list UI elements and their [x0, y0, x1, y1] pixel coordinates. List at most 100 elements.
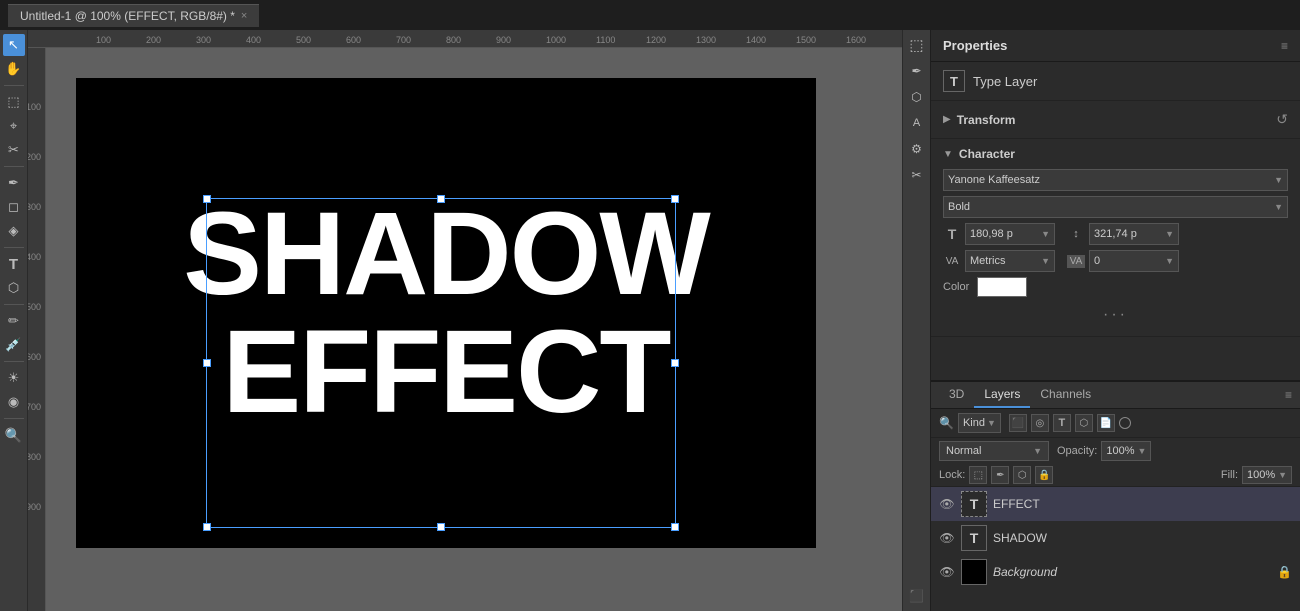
title-bar: Untitled-1 @ 100% (EFFECT, RGB/8#) * × [0, 0, 1300, 30]
layer-item-shadow[interactable]: 👁 T SHADOW [931, 521, 1300, 555]
ruler-v-mark: 800 [28, 452, 43, 502]
font-size-value: 180,98 p [970, 228, 1013, 240]
crop-tool[interactable]: ✂ [3, 139, 25, 161]
transform-header[interactable]: ▶ Transform ↺ [943, 107, 1288, 132]
canvas-text-content: SHADOW EFFECT [183, 195, 709, 431]
font-size-input[interactable]: 180,98 p ▼ [965, 223, 1055, 245]
ruler-mark: 900 [496, 35, 546, 45]
toolbar-separator-5 [4, 361, 24, 362]
toolbar-separator-6 [4, 418, 24, 419]
tab-channels[interactable]: Channels [1030, 382, 1101, 408]
properties-menu-icon[interactable]: ≡ [1281, 39, 1288, 53]
filter-shape-icon[interactable]: ⬡ [1075, 414, 1093, 432]
ruler-v-mark: 100 [28, 102, 43, 152]
shape-tool[interactable]: ⬡ [3, 277, 25, 299]
dodge-tool[interactable]: ☀ [3, 367, 25, 389]
lock-fill-row: Lock: ⬚ ✒ ⬡ 🔒 Fill: 100% ▼ [931, 464, 1300, 487]
properties-header: Properties ≡ [931, 30, 1300, 62]
eraser-tool[interactable]: ◻ [3, 196, 25, 218]
strip-icon-5[interactable]: ⚙ [906, 138, 928, 160]
strip-icon-4[interactable]: A [906, 112, 928, 134]
marquee-tool[interactable]: ⬚ [3, 91, 25, 113]
opacity-label: Opacity: [1057, 445, 1097, 457]
character-header[interactable]: ▼ Character [943, 147, 1288, 161]
kerning-dropdown[interactable]: Metrics ▼ [965, 250, 1055, 272]
canvas-document: SHADOW EFFECT [76, 78, 816, 548]
filter-smart-icon[interactable]: 📄 [1097, 414, 1115, 432]
strip-bottom[interactable]: ⬛ [906, 585, 928, 607]
fill-input[interactable]: 100% ▼ [1242, 466, 1292, 484]
more-options[interactable]: ··· [943, 302, 1288, 328]
search-kind-dropdown[interactable]: Kind ▼ [958, 413, 1001, 433]
lock-artboard-btn[interactable]: ⬡ [1013, 466, 1031, 484]
filter-pixel-icon[interactable]: ⬛ [1009, 414, 1027, 432]
strip-icon-3[interactable]: ⬡ [906, 86, 928, 108]
leading-value: 321,74 p [1094, 228, 1137, 240]
strip-icon-2[interactable]: ✒ [906, 60, 928, 82]
blend-mode-dropdown[interactable]: Normal ▼ [939, 441, 1049, 461]
close-tab-button[interactable]: × [241, 10, 247, 22]
zoom-tool[interactable]: 🔍 [3, 424, 25, 446]
canvas-with-ruler: 100 200 300 400 500 600 700 800 900 SHAD… [28, 48, 902, 611]
lasso-tool[interactable]: ⌖ [3, 115, 25, 137]
lock-pixels-btn[interactable]: ⬚ [969, 466, 987, 484]
ruler-mark: 500 [296, 35, 346, 45]
hand-tool[interactable]: ✋ [3, 58, 25, 80]
canvas-viewport[interactable]: SHADOW EFFECT [46, 48, 902, 611]
kerning-icon: VA [943, 256, 961, 267]
tracking-value: 0 [1094, 255, 1100, 267]
type-tool[interactable]: T [3, 253, 25, 275]
transform-reset-icon[interactable]: ↺ [1276, 111, 1288, 128]
tracking-input[interactable]: 0 ▼ [1089, 250, 1179, 272]
layers-menu-icon[interactable]: ≡ [1285, 388, 1292, 402]
document-tab[interactable]: Untitled-1 @ 100% (EFFECT, RGB/8#) * × [8, 4, 259, 27]
kerning-arrow: ▼ [1041, 256, 1050, 266]
layer-visibility-shadow[interactable]: 👁 [939, 530, 955, 546]
lock-position-btn[interactable]: ✒ [991, 466, 1009, 484]
ruler-v-mark: 400 [28, 252, 43, 302]
search-magnifier-icon: 🔍 [939, 416, 954, 430]
tab-layers[interactable]: Layers [974, 382, 1030, 408]
layer-visibility-effect[interactable]: 👁 [939, 496, 955, 512]
kerning-row: VA Metrics ▼ VA 0 ▼ [943, 250, 1288, 272]
transform-section: ▶ Transform ↺ [931, 101, 1300, 139]
handle-bottom-left[interactable] [203, 523, 211, 531]
font-style-dropdown[interactable]: Bold ▼ [943, 196, 1288, 218]
move-tool[interactable]: ↖ [3, 34, 25, 56]
character-title: Character [959, 147, 1015, 161]
brush-tool[interactable]: ✒ [3, 172, 25, 194]
paint-bucket-tool[interactable]: ◈ [3, 220, 25, 242]
color-swatch[interactable] [977, 277, 1027, 297]
font-family-dropdown[interactable]: Yanone Kaffeesatz ▼ [943, 169, 1288, 191]
left-toolbar: ↖ ✋ ⬚ ⌖ ✂ ✒ ◻ ◈ T ⬡ ✏ 💉 ☀ ◉ 🔍 [0, 30, 28, 611]
layer-visibility-background[interactable]: 👁 [939, 564, 955, 580]
layer-item-effect[interactable]: 👁 T EFFECT [931, 487, 1300, 521]
canvas-line-shadow: SHADOW [183, 195, 709, 313]
transform-arrow: ▶ [943, 114, 951, 125]
leading-input[interactable]: 321,74 p ▼ [1089, 223, 1179, 245]
lock-all-btn[interactable]: 🔒 [1035, 466, 1053, 484]
tab-3d[interactable]: 3D [939, 382, 974, 408]
filter-toggle[interactable] [1119, 417, 1131, 429]
opacity-input[interactable]: 100% ▼ [1101, 441, 1151, 461]
strip-icon-1[interactable]: ⬚ [906, 34, 928, 56]
blur-tool[interactable]: ◉ [3, 391, 25, 413]
ruler-v-mark: 700 [28, 402, 43, 452]
ruler-v-mark: 300 [28, 202, 43, 252]
eyedropper-tool[interactable]: 💉 [3, 334, 25, 356]
layer-item-background[interactable]: 👁 Background 🔒 [931, 555, 1300, 589]
ruler-v-mark: 600 [28, 352, 43, 402]
strip-icon-6[interactable]: ✂ [906, 164, 928, 186]
ruler-mark: 600 [346, 35, 396, 45]
fill-value: 100% [1247, 469, 1275, 481]
layer-name-effect: EFFECT [993, 497, 1292, 511]
handle-bottom-right[interactable] [671, 523, 679, 531]
search-filter-icons: ⬛ ◎ T ⬡ 📄 [1009, 414, 1131, 432]
character-section: ▼ Character Yanone Kaffeesatz ▼ Bold ▼ [931, 139, 1300, 337]
ruler-mark: 1500 [796, 35, 846, 45]
pen-tool[interactable]: ✏ [3, 310, 25, 332]
filter-adjust-icon[interactable]: ◎ [1031, 414, 1049, 432]
handle-bottom-middle[interactable] [437, 523, 445, 531]
filter-type-icon[interactable]: T [1053, 414, 1071, 432]
font-family-row: Yanone Kaffeesatz ▼ [943, 169, 1288, 191]
